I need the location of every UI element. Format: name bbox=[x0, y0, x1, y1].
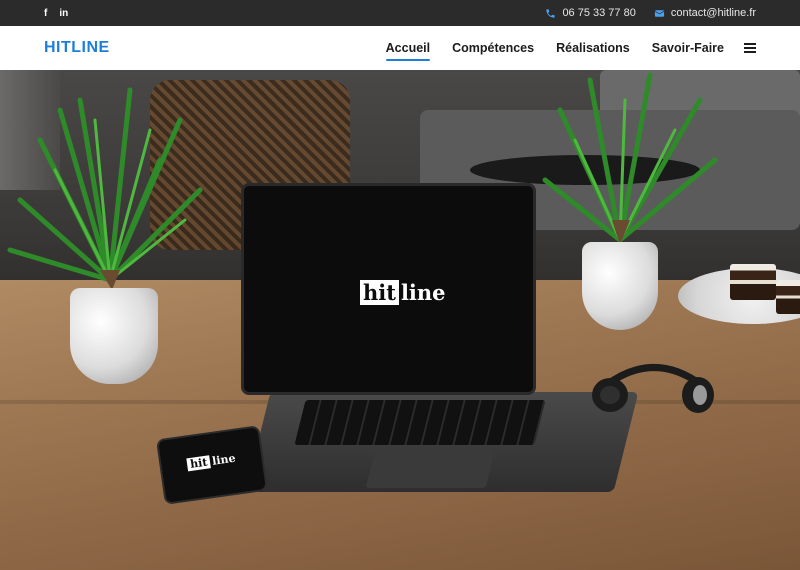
laptop-hitline-logo: hit line bbox=[360, 280, 446, 305]
email-link[interactable]: contact@hitline.fr bbox=[654, 7, 756, 19]
nav-item-realisations[interactable]: Réalisations bbox=[556, 41, 630, 55]
top-bar: f in 06 75 33 77 80 contact@hitline.fr bbox=[0, 0, 800, 26]
hero-image: hit line hit line bbox=[0, 70, 800, 570]
right-plant-pot bbox=[582, 242, 658, 330]
linkedin-icon[interactable]: in bbox=[59, 8, 68, 19]
social-links: f in bbox=[44, 8, 68, 19]
left-plant-leaves bbox=[7, 87, 203, 290]
nav-item-accueil[interactable]: Accueil bbox=[385, 41, 431, 61]
menu-hamburger-icon[interactable] bbox=[744, 43, 756, 53]
phone-icon bbox=[546, 8, 556, 18]
envelope-icon bbox=[654, 9, 665, 17]
facebook-icon[interactable]: f bbox=[44, 8, 47, 19]
left-plant-pot bbox=[70, 288, 158, 384]
main-menu: Accueil Compétences Réalisations Savoir-… bbox=[385, 41, 756, 61]
brand-logo[interactable]: HITLINE bbox=[44, 39, 110, 57]
phone-number: 06 75 33 77 80 bbox=[562, 7, 636, 19]
email-address: contact@hitline.fr bbox=[670, 7, 756, 19]
nav-item-competences[interactable]: Compétences bbox=[452, 41, 534, 55]
main-navbar: HITLINE Accueil Compétences Réalisations… bbox=[0, 26, 800, 70]
cake-slice bbox=[730, 264, 776, 300]
contact-info: 06 75 33 77 80 contact@hitline.fr bbox=[545, 7, 756, 19]
logo-line: line bbox=[400, 280, 446, 305]
logo-hit: hit bbox=[360, 280, 399, 305]
phone-link[interactable]: 06 75 33 77 80 bbox=[545, 7, 636, 19]
headphones bbox=[592, 364, 714, 413]
laptop-trackpad bbox=[365, 452, 495, 488]
cake-slice bbox=[776, 280, 800, 314]
laptop-keyboard bbox=[294, 400, 546, 445]
right-plant-leaves bbox=[542, 72, 718, 245]
nav-item-savoir-faire[interactable]: Savoir-Faire bbox=[652, 41, 724, 55]
